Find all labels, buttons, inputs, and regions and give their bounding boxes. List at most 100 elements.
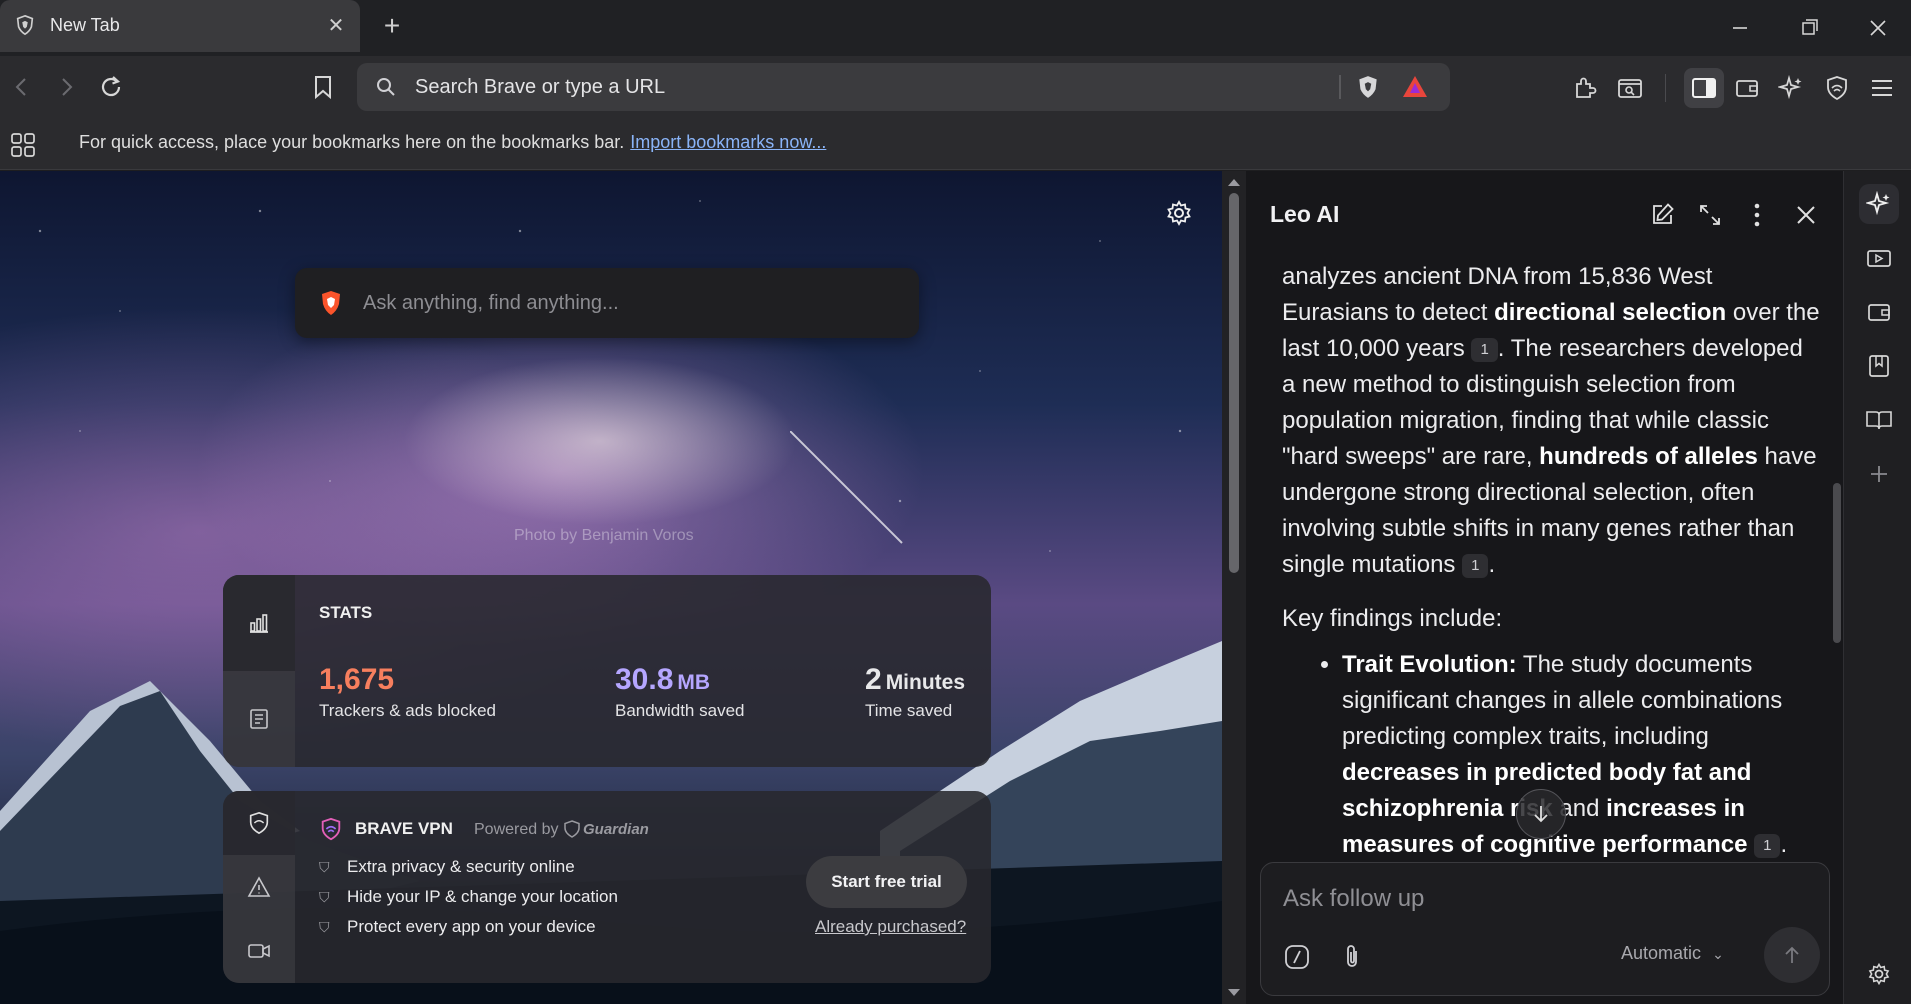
brave-shields-icon[interactable]: [1355, 74, 1381, 100]
sidebar-settings-button[interactable]: [1859, 954, 1899, 994]
gear-icon: [1868, 962, 1890, 986]
reload-icon: [101, 76, 121, 97]
already-purchased-link[interactable]: Already purchased?: [815, 917, 966, 937]
video-camera-icon: [1867, 250, 1891, 267]
page-scrollbar-thumb[interactable]: [1229, 193, 1239, 573]
bandwidth-stat: 30.8 MB Bandwidth saved: [615, 663, 744, 721]
address-bar-placeholder: Search Brave or type a URL: [415, 76, 666, 98]
scroll-down-arrow-icon[interactable]: [1227, 987, 1241, 999]
close-tab-icon[interactable]: ✕: [324, 14, 348, 38]
trackers-stat: 1,675 Trackers & ads blocked: [319, 663, 496, 721]
citation-badge[interactable]: 1: [1471, 337, 1498, 362]
chevron-down-icon: ⌄: [1712, 946, 1724, 962]
apps-grid-icon[interactable]: [10, 132, 36, 158]
check-shield-icon: ⛉: [319, 889, 330, 905]
sidebar-item-bookmarks[interactable]: [1859, 346, 1899, 386]
attach-icon[interactable]: [1341, 943, 1363, 971]
leo-ai-button[interactable]: [1773, 70, 1809, 106]
model-selector[interactable]: Automatic ⌄: [1621, 943, 1724, 964]
vpn-shield-icon[interactable]: [247, 811, 271, 835]
tab-new-tab[interactable]: New Tab ✕: [0, 0, 360, 52]
ntp-settings-button[interactable]: [1164, 198, 1194, 228]
scroll-to-bottom-button[interactable]: [1516, 789, 1566, 839]
slash-commands-icon[interactable]: [1283, 943, 1311, 971]
news-icon[interactable]: [247, 707, 271, 731]
guardian-shield-icon: [564, 820, 580, 838]
sidebar-item-wallet[interactable]: [1859, 292, 1899, 332]
back-button[interactable]: [5, 70, 39, 104]
address-bar-divider: [1339, 75, 1341, 99]
send-button[interactable]: [1764, 927, 1820, 983]
bookmarks-bar-hint: For quick access, place your bookmarks h…: [79, 132, 625, 152]
tab-search-button[interactable]: [1612, 70, 1648, 106]
vpn-feature: ⛉ Hide your IP & change your location: [319, 887, 618, 907]
vpn-feature-text: Hide your IP & change your location: [347, 887, 618, 906]
expand-button[interactable]: [1693, 198, 1727, 232]
close-leo-button[interactable]: [1789, 198, 1823, 232]
sidebar-icon: [1692, 78, 1716, 98]
stats-heading: STATS: [319, 603, 373, 622]
leo-title: Leo AI: [1270, 201, 1340, 227]
leo-input-box[interactable]: Ask follow up Automatic ⌄: [1260, 862, 1830, 996]
scroll-up-arrow-icon[interactable]: [1227, 176, 1241, 188]
restore-icon[interactable]: [1791, 12, 1827, 44]
video-call-icon[interactable]: [247, 939, 271, 963]
import-bookmarks-link[interactable]: Import bookmarks now...: [630, 132, 826, 152]
citation-badge[interactable]: 1: [1754, 833, 1781, 858]
start-free-trial-button[interactable]: Start free trial: [806, 856, 967, 908]
trackers-label: Trackers & ads blocked: [319, 701, 496, 720]
close-icon: [1797, 206, 1815, 224]
bookmarks-bar-message: For quick access, place your bookmarks h…: [79, 132, 826, 153]
sidebar-item-talk[interactable]: [1859, 238, 1899, 278]
extensions-button[interactable]: [1567, 70, 1603, 106]
ntp-search-box[interactable]: Ask anything, find anything...: [295, 268, 919, 338]
bookmarks-bar: For quick access, place your bookmarks h…: [0, 120, 1911, 170]
sidebar-add-button[interactable]: [1859, 454, 1899, 494]
leo-scrollbar-thumb[interactable]: [1833, 483, 1841, 643]
address-bar[interactable]: Search Brave or type a URL: [357, 63, 1450, 111]
warning-triangle-icon[interactable]: [247, 875, 271, 899]
bookmark-button[interactable]: [306, 70, 340, 104]
reload-button[interactable]: [94, 70, 128, 104]
new-chat-button[interactable]: [1645, 198, 1679, 232]
bar-chart-icon[interactable]: [247, 611, 271, 635]
edit-icon: [1653, 203, 1674, 224]
vpn-powered-by: Powered by: [474, 821, 559, 838]
bookmark-icon: [315, 76, 331, 100]
sidebar-toggle-button[interactable]: [1684, 68, 1724, 108]
answer-bold-text: directional selection: [1494, 299, 1727, 326]
brave-vpn-logo-icon: [321, 817, 341, 841]
forward-button[interactable]: [49, 70, 83, 104]
sparkle-icon: [1866, 191, 1890, 216]
vpn-partner: Guardian: [583, 821, 649, 838]
answer-text: .: [1780, 831, 1788, 858]
wallet-icon: [1736, 80, 1758, 97]
toolbar-divider: [1665, 74, 1666, 102]
trackers-value: 1,675: [319, 663, 395, 696]
plus-icon: [1871, 466, 1887, 482]
more-options-button[interactable]: [1740, 198, 1774, 232]
menu-button[interactable]: [1864, 70, 1900, 106]
new-tab-button[interactable]: +: [378, 12, 406, 41]
leo-answer-paragraph: Key findings include:: [1282, 605, 1503, 632]
vpn-feature-text: Extra privacy & security online: [347, 857, 575, 876]
book-icon: [1866, 411, 1892, 430]
minimize-icon[interactable]: [1722, 12, 1758, 44]
answer-bold-text: Trait Evolution:: [1342, 651, 1517, 678]
time-stat: 2 Minutes Time saved: [865, 663, 965, 721]
vpn-button[interactable]: [1819, 70, 1855, 106]
citation-badge[interactable]: 1: [1462, 553, 1489, 578]
sidebar-item-leo[interactable]: [1859, 184, 1899, 224]
leo-answer-paragraph: analyzes ancient DNA from 15,836 West Eu…: [1282, 259, 1822, 583]
check-shield-icon: ⛉: [319, 859, 330, 875]
close-window-icon[interactable]: [1860, 12, 1896, 44]
wallet-icon: [1868, 304, 1890, 321]
brave-rewards-icon[interactable]: [1401, 74, 1429, 100]
page-scrollbar[interactable]: [1222, 171, 1246, 1004]
gear-icon: [1167, 200, 1191, 226]
photo-credit[interactable]: Photo by Benjamin Voros: [514, 527, 694, 545]
answer-bold-text: hundreds of alleles: [1539, 443, 1758, 470]
answer-text: .: [1488, 551, 1496, 578]
wallet-button[interactable]: [1729, 70, 1765, 106]
sidebar-item-reading-list[interactable]: [1859, 400, 1899, 440]
